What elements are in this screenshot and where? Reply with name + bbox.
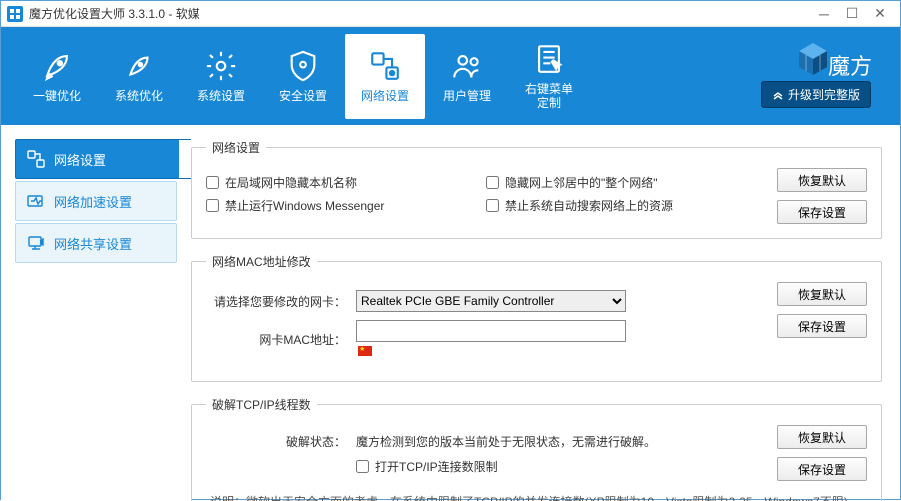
shield-icon xyxy=(286,49,320,83)
sidebar-item-network-accel[interactable]: 网络加速设置 xyxy=(15,181,177,221)
sidebar-label: 网络加速设置 xyxy=(54,192,132,211)
chevron-up-icon xyxy=(772,89,784,101)
mac-input[interactable] xyxy=(356,320,626,342)
mac-input-label: 网卡MAC地址： xyxy=(206,331,356,348)
ribbon-label: 一键优化 xyxy=(33,89,81,103)
main: 网络设置 网络加速设置 网络共享设置 网络设置 在局域网中隐藏本机名称 隐藏网上… xyxy=(1,125,900,501)
ribbon-label: 用户管理 xyxy=(443,89,491,103)
section-legend: 网络MAC地址修改 xyxy=(206,253,317,270)
rocket-small-icon xyxy=(122,49,156,83)
crack-status-label: 破解状态： xyxy=(206,433,356,450)
brand-text: 魔方 xyxy=(828,49,872,81)
ribbon-label: 安全设置 xyxy=(279,89,327,103)
section-legend: 破解TCP/IP线程数 xyxy=(206,396,317,413)
rocket-icon xyxy=(40,49,74,83)
save-button[interactable]: 保存设置 xyxy=(777,314,867,338)
titlebar: 魔方优化设置大师 3.3.1.0 - 软媒 ─ ☐ ✕ xyxy=(1,1,900,27)
ribbon-label: 系统优化 xyxy=(115,89,163,103)
ribbon-item-contextmenu[interactable]: 右键菜单 定制 xyxy=(509,34,589,119)
sidebar-item-network-share[interactable]: 网络共享设置 xyxy=(15,223,177,263)
save-button[interactable]: 保存设置 xyxy=(777,200,867,224)
save-button[interactable]: 保存设置 xyxy=(777,457,867,481)
ribbon-item-network[interactable]: 网络设置 xyxy=(345,34,425,119)
share-icon xyxy=(26,233,46,253)
restore-button[interactable]: 恢复默认 xyxy=(777,282,867,306)
network-icon xyxy=(368,49,402,83)
logo-box: 魔方 升级到完整版 xyxy=(746,35,886,108)
nic-select-label: 请选择您要修改的网卡： xyxy=(206,293,356,310)
ribbon: 一键优化 系统优化 系统设置 安全设置 网络设置 用户管理 右键菜单 定制 魔方… xyxy=(1,27,900,125)
section-tcpip: 破解TCP/IP线程数 破解状态： 魔方检测到您的版本当前处于无限状态，无需进行… xyxy=(191,396,882,501)
menu-icon xyxy=(532,42,566,76)
sidebar-item-network-settings[interactable]: 网络设置 xyxy=(15,139,191,179)
upgrade-button[interactable]: 升级到完整版 xyxy=(761,81,871,108)
gear-icon xyxy=(204,49,238,83)
minimize-button[interactable]: ─ xyxy=(810,4,838,24)
sidebar-label: 网络设置 xyxy=(54,150,106,169)
chk-hide-localname[interactable]: 在局域网中隐藏本机名称 xyxy=(206,174,486,191)
flag-icon xyxy=(358,346,372,356)
nic-select[interactable]: Realtek PCIe GBE Family Controller xyxy=(356,290,626,312)
maximize-button[interactable]: ☐ xyxy=(838,4,866,24)
section-network-settings: 网络设置 在局域网中隐藏本机名称 隐藏网上邻居中的"整个网络" 禁止运行Wind… xyxy=(191,139,882,239)
speed-icon xyxy=(26,191,46,211)
section-legend: 网络设置 xyxy=(206,139,266,156)
sidebar-label: 网络共享设置 xyxy=(54,234,132,253)
ribbon-item-security[interactable]: 安全设置 xyxy=(263,34,343,119)
restore-button[interactable]: 恢复默认 xyxy=(777,168,867,192)
upgrade-label: 升级到完整版 xyxy=(788,86,860,103)
app-icon xyxy=(7,6,23,22)
chk-hide-entire-network[interactable]: 隐藏网上邻居中的"整个网络" xyxy=(486,174,765,191)
network-icon xyxy=(26,149,46,169)
ribbon-item-onekey[interactable]: 一键优化 xyxy=(17,34,97,119)
restore-button[interactable]: 恢复默认 xyxy=(777,425,867,449)
ribbon-item-users[interactable]: 用户管理 xyxy=(427,34,507,119)
chk-disable-autosearch[interactable]: 禁止系统自动搜索网络上的资源 xyxy=(486,197,765,214)
section-mac: 网络MAC地址修改 请选择您要修改的网卡： Realtek PCIe GBE F… xyxy=(191,253,882,382)
crack-status-text: 魔方检测到您的版本当前处于无限状态，无需进行破解。 xyxy=(356,433,656,450)
users-icon xyxy=(450,49,484,83)
chk-disable-messenger[interactable]: 禁止运行Windows Messenger xyxy=(206,197,486,214)
sidebar: 网络设置 网络加速设置 网络共享设置 xyxy=(1,125,191,501)
close-button[interactable]: ✕ xyxy=(866,4,894,24)
content: 网络设置 在局域网中隐藏本机名称 隐藏网上邻居中的"整个网络" 禁止运行Wind… xyxy=(191,125,900,501)
ribbon-label: 右键菜单 定制 xyxy=(525,82,573,110)
ribbon-label: 网络设置 xyxy=(361,89,409,103)
window-title: 魔方优化设置大师 3.3.1.0 - 软媒 xyxy=(29,5,200,22)
ribbon-item-sysopt[interactable]: 系统优化 xyxy=(99,34,179,119)
ribbon-label: 系统设置 xyxy=(197,89,245,103)
chk-tcpip-limit[interactable]: 打开TCP/IP连接数限制 xyxy=(356,458,498,475)
ribbon-item-sysset[interactable]: 系统设置 xyxy=(181,34,261,119)
